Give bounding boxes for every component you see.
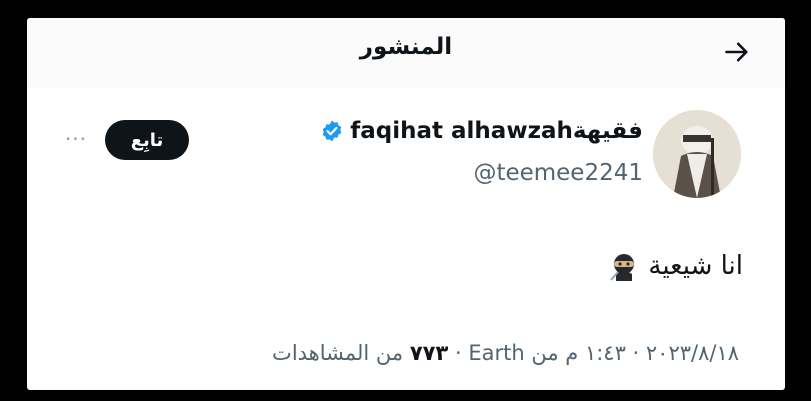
tweet-date[interactable]: ٢٠٢٣/٨/١٨ — [646, 341, 739, 365]
top-bar: المنشور — [27, 18, 785, 88]
more-options-button[interactable]: ··· — [59, 124, 93, 154]
verified-badge-icon — [322, 120, 342, 142]
author-name-row[interactable]: faqihat alhawzahفقيهة — [320, 118, 643, 144]
author-display-name[interactable]: faqihat alhawzahفقيهة — [350, 118, 643, 144]
avatar[interactable] — [653, 110, 741, 198]
views-count: ٧٧٣ — [409, 341, 449, 365]
meta-separator: · — [625, 341, 646, 365]
tweet-body: انا شيعية — [608, 250, 743, 282]
tweet-time-source[interactable]: ١:٤٣ م من Earth — [468, 341, 626, 365]
tweet-meta: ٢٠٢٣/٨/١٨ · ١:٤٣ م من Earth · ٧٧٣ من الم… — [272, 341, 739, 365]
arrow-right-icon — [725, 42, 748, 62]
tweet-text: انا شيعية — [648, 251, 743, 281]
more-dots-icon: ··· — [64, 127, 88, 151]
profile-photo — [653, 110, 741, 198]
post-card: المنشور faqihat alhawzahفقيهة @teemee224… — [27, 18, 785, 390]
meta-separator: · — [448, 341, 469, 365]
back-button[interactable] — [717, 32, 757, 72]
author-handle[interactable]: @teemee2241 — [473, 160, 643, 186]
views-label: من المشاهدات — [272, 341, 404, 365]
ninja-emoji-icon — [610, 254, 635, 281]
follow-button[interactable]: تابِع — [105, 120, 189, 160]
page-title: المنشور — [359, 34, 453, 60]
